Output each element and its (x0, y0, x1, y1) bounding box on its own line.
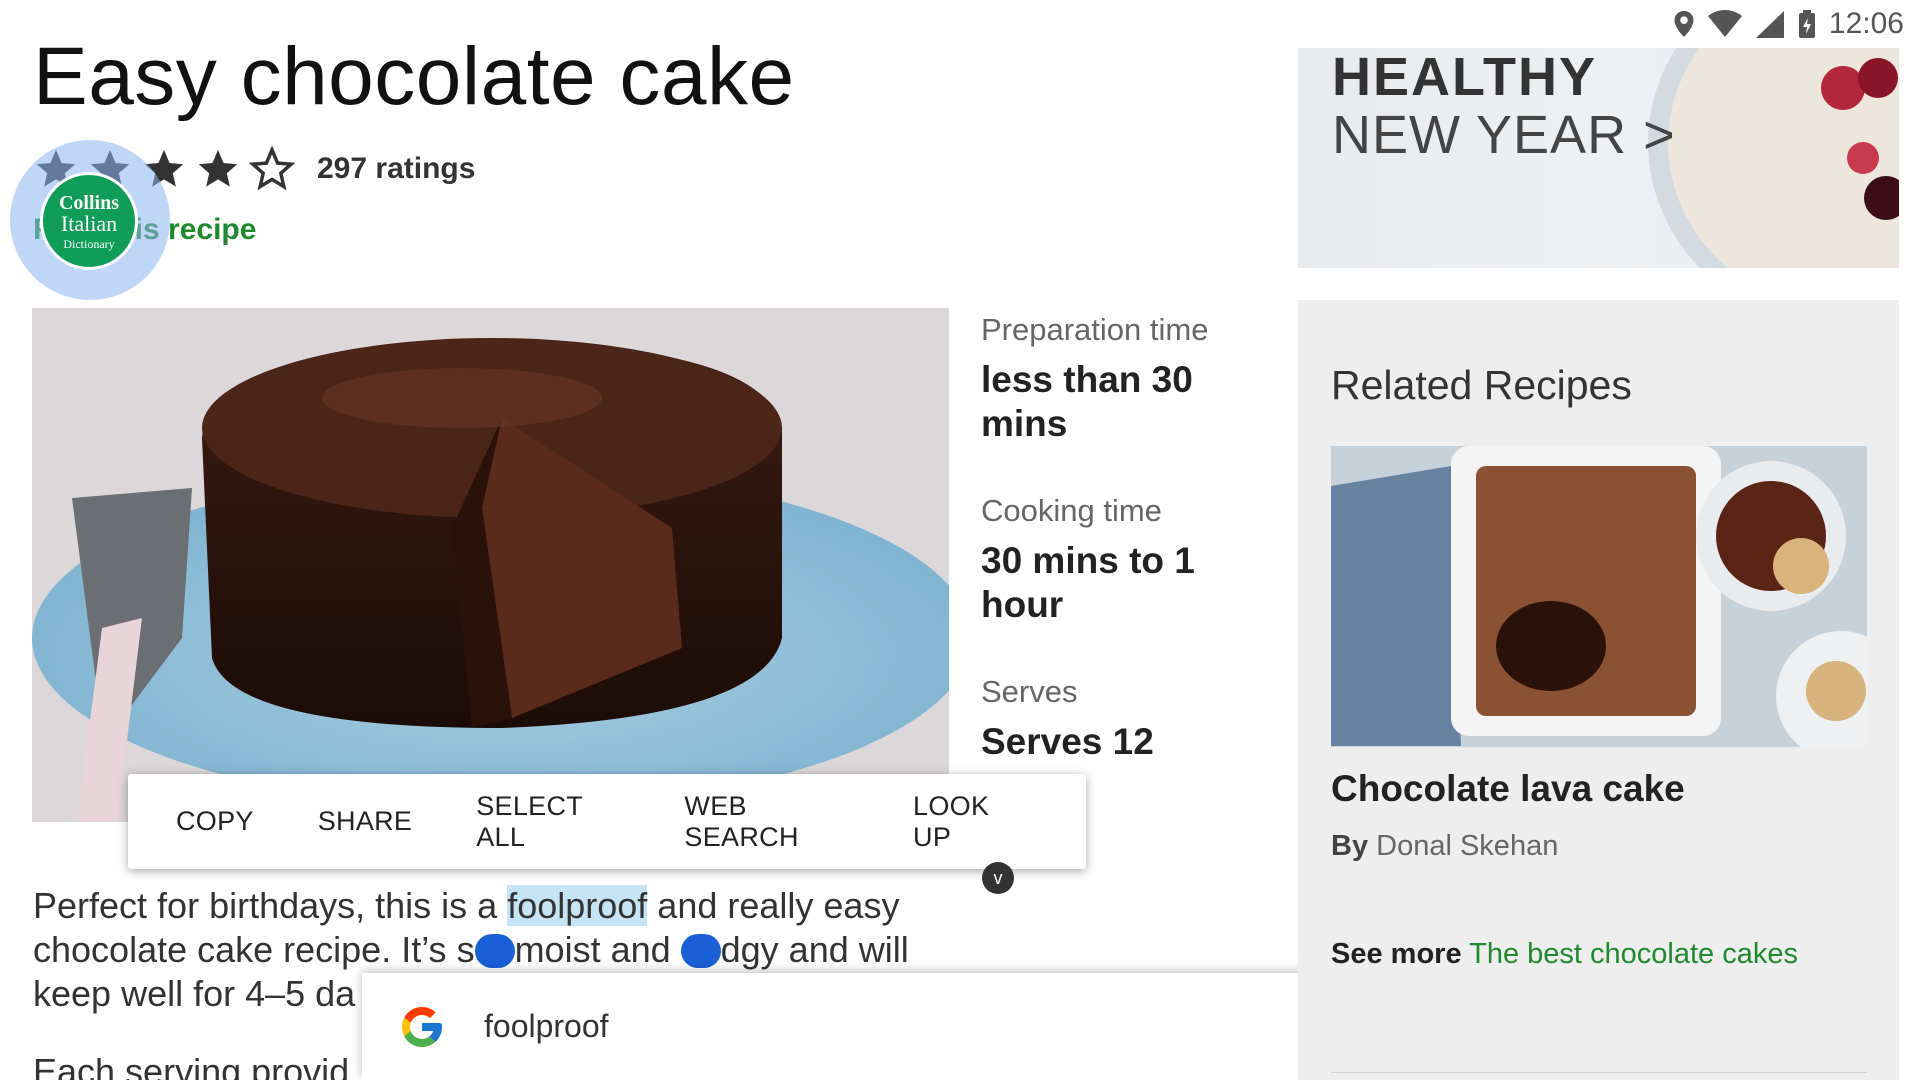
description-text: and really easy (647, 885, 900, 926)
description-line-1: Perfect for birthdays, this is a foolpro… (33, 884, 983, 928)
chocolate-cake-image (32, 308, 949, 822)
cook-time: Cooking time 30 mins to 1 hour (981, 493, 1221, 627)
look-up-button[interactable]: LOOK UP (913, 791, 1022, 853)
menu-overflow-indicator[interactable]: v (982, 862, 1014, 894)
promo-line-1: HEALTHY (1332, 48, 1597, 107)
recipe-photo (32, 308, 949, 822)
description-text: moist and (514, 929, 681, 970)
battery-icon (1798, 10, 1815, 38)
star-empty-icon[interactable] (249, 146, 295, 192)
lava-cake-image (1331, 446, 1867, 747)
page-title: Easy chocolate cake (33, 31, 795, 122)
prep-time-value: less than 30 mins (981, 359, 1193, 444)
text-selection-menu: COPY SHARE SELECT ALL WEB SEARCH LOOK UP (128, 774, 1086, 869)
google-g-icon (402, 1006, 442, 1047)
description-text: dgy and will (720, 929, 909, 970)
web-search-button[interactable]: WEB SEARCH (684, 791, 849, 853)
status-bar: 12:06 (1660, 0, 1920, 48)
related-recipes-heading: Related Recipes (1331, 362, 1632, 408)
clock: 12:06 (1828, 7, 1904, 40)
copy-button[interactable]: COPY (176, 806, 254, 837)
related-recipe-title[interactable]: Chocolate lava cake (1331, 768, 1685, 810)
collins-language-text: Italian (60, 210, 118, 236)
description-text: Perfect for birthdays, this is a (33, 885, 508, 926)
collins-logo-text: Collins (58, 191, 120, 214)
selected-word[interactable]: foolproof (507, 885, 648, 926)
serves-label: Serves (981, 674, 1078, 709)
collins-dictionary-text: Dictionary (63, 236, 115, 251)
cook-time-label: Cooking time (981, 493, 1162, 528)
select-all-button[interactable]: SELECT ALL (476, 791, 620, 853)
wifi-icon (1707, 10, 1742, 37)
selection-handle-right[interactable] (680, 934, 721, 968)
prep-time: Preparation time less than 30 mins (981, 312, 1221, 446)
serves: Serves Serves 12 (981, 674, 1221, 764)
prep-time-label: Preparation time (981, 312, 1209, 347)
divider (1331, 1072, 1867, 1073)
see-more-label: See more (1331, 938, 1462, 970)
description-text: chocolate cake recipe. It’s s (33, 929, 475, 970)
description-line-2: chocolate cake recipe. It’s s moist and d… (33, 928, 983, 972)
selection-handle-left[interactable] (474, 934, 515, 968)
related-recipe-thumbnail[interactable] (1331, 446, 1867, 747)
promo-line-2: NEW YEAR > (1332, 105, 1676, 165)
healthy-new-year-banner[interactable]: HEALTHY NEW YEAR > (1298, 48, 1899, 268)
search-query: foolproof (484, 1008, 609, 1044)
serves-value: Serves 12 (981, 721, 1154, 762)
related-recipes-panel: Related Recipes Chocolate lava cake By D… (1298, 300, 1899, 1080)
related-recipe-author: Donal Skehan (1376, 830, 1559, 862)
see-more: See more The best chocolate cakes (1331, 938, 1798, 971)
signal-icon (1755, 11, 1784, 38)
ratings-count: 297 ratings (317, 152, 476, 185)
location-icon (1674, 11, 1694, 37)
related-recipe-byline: By Donal Skehan (1331, 830, 1558, 863)
collins-dictionary-bubble[interactable]: Collins Italian Dictionary (40, 172, 138, 270)
byline-label: By (1331, 830, 1369, 862)
share-button[interactable]: SHARE (318, 806, 413, 837)
see-more-link[interactable]: The best chocolate cakes (1469, 938, 1798, 970)
star-filled-icon[interactable] (195, 146, 241, 192)
cook-time-value: 30 mins to 1 hour (981, 540, 1195, 625)
